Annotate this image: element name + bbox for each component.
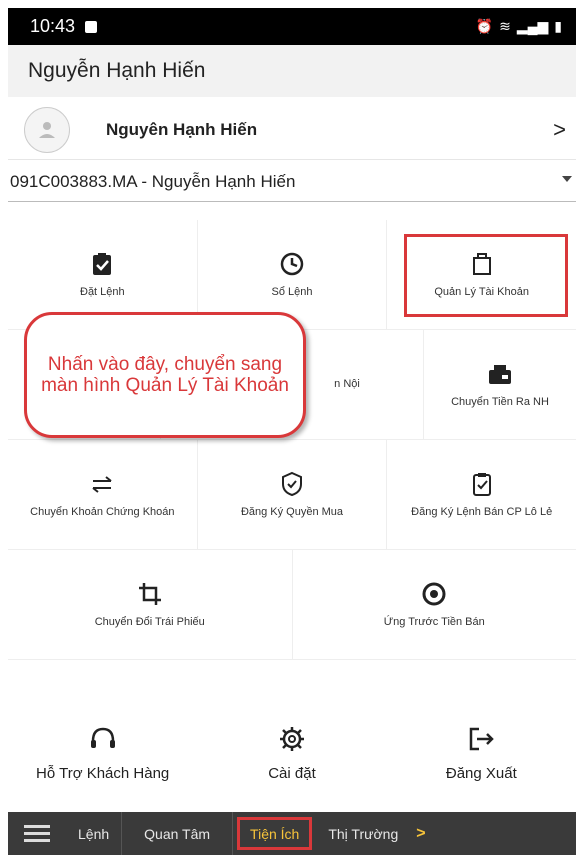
highlight-box — [404, 234, 568, 317]
signal-icon: ▂▄▆ — [516, 18, 549, 34]
account-label: 091C003883.MA - Nguyễn Hạnh Hiến — [10, 171, 296, 191]
account-selector[interactable]: 091C003883.MA - Nguyễn Hạnh Hiến — [8, 162, 576, 202]
callout-text: Nhấn vào đây, chuyển sang màn hình Quản … — [41, 353, 289, 396]
customer-support-button[interactable]: Hỗ Trợ Khách Hàng — [8, 712, 197, 792]
nav-orders[interactable]: Lệnh — [66, 812, 123, 855]
headset-icon — [90, 727, 115, 748]
order-book-label: Sổ Lệnh — [271, 285, 313, 298]
bank-transfer-icon — [489, 364, 511, 384]
transfer-to-bank-button[interactable]: Chuyển Tiền Ra NH — [424, 330, 576, 439]
bond-conversion-label: Chuyển Đổi Trái Phiếu — [94, 615, 205, 628]
logout-icon — [470, 727, 495, 750]
register-rights-label: Đăng Ký Quyền Mua — [240, 505, 344, 518]
person-icon — [39, 121, 55, 138]
place-order-label: Đặt Lệnh — [80, 285, 125, 298]
nav-market[interactable]: Thị Trường — [316, 812, 410, 855]
page-title: Nguyễn Hạnh Hiến — [28, 59, 206, 82]
clipboard-check-outline-icon — [472, 472, 491, 496]
tutorial-callout: Nhấn vào đây, chuyển sang màn hình Quản … — [24, 312, 306, 438]
logout-label: Đăng Xuất — [445, 764, 517, 782]
app-header: Nguyễn Hạnh Hiến — [8, 45, 576, 97]
chevron-right-icon: > — [553, 116, 566, 142]
avatar — [24, 106, 70, 153]
chevron-right-nav-icon[interactable]: > — [416, 825, 425, 843]
advance-sale-button[interactable]: Ứng Trước Tiền Bán — [293, 550, 576, 659]
odd-lot-sell-label: Đăng Ký Lệnh Bán CP Lô Lẻ — [411, 505, 553, 518]
clock: 10:43 — [30, 16, 76, 36]
settings-button[interactable]: Cài đặt — [197, 712, 386, 792]
clipboard-check-icon — [93, 252, 112, 275]
logout-button[interactable]: Đăng Xuất — [387, 712, 576, 792]
bottom-actions: Hỗ Trợ Khách Hàng Cài đặt Đăng Xuất — [8, 712, 576, 792]
shield-check-icon — [282, 471, 302, 496]
securities-transfer-label: Chuyển Khoản Chứng Khoán — [30, 505, 175, 518]
swap-arrows-icon — [92, 476, 112, 493]
alarm-icon: ⏰ — [475, 18, 494, 34]
register-rights-button[interactable]: Đăng Ký Quyền Mua — [198, 440, 388, 549]
crop-icon — [138, 582, 161, 605]
nav-watchlist[interactable]: Quan Tâm — [122, 812, 234, 855]
internal-transfer-label: n Nội — [334, 377, 360, 390]
notification-icon — [85, 20, 98, 33]
user-name: Nguyên Hạnh Hiến — [106, 119, 258, 139]
gear-icon — [279, 726, 304, 751]
advance-sale-label: Ứng Trước Tiền Bán — [383, 615, 485, 628]
wifi-icon: ≋ — [499, 18, 511, 34]
transfer-to-bank-label: Chuyển Tiền Ra NH — [451, 395, 549, 408]
dropdown-caret-icon — [562, 176, 572, 182]
lifebuoy-icon — [422, 582, 446, 606]
battery-icon: ▮ — [554, 18, 562, 34]
odd-lot-sell-button[interactable]: Đăng Ký Lệnh Bán CP Lô Lẻ — [387, 440, 576, 549]
status-bar: 10:43 ⏰ ≋ ▂▄▆ ▮ — [8, 8, 576, 45]
settings-label: Cài đặt — [268, 764, 316, 782]
bottom-nav: Lệnh Quan Tâm Tiện Ích Thị Trường > — [8, 812, 576, 855]
bond-conversion-button[interactable]: Chuyển Đổi Trái Phiếu — [8, 550, 293, 659]
hamburger-menu-icon[interactable] — [8, 825, 66, 842]
securities-transfer-button[interactable]: Chuyển Khoản Chứng Khoán — [8, 440, 198, 549]
clock-icon — [280, 252, 304, 276]
customer-support-label: Hỗ Trợ Khách Hàng — [36, 764, 170, 782]
nav-utilities[interactable]: Tiện Ích — [237, 817, 313, 850]
user-profile-row[interactable]: Nguyên Hạnh Hiến > — [8, 100, 576, 160]
